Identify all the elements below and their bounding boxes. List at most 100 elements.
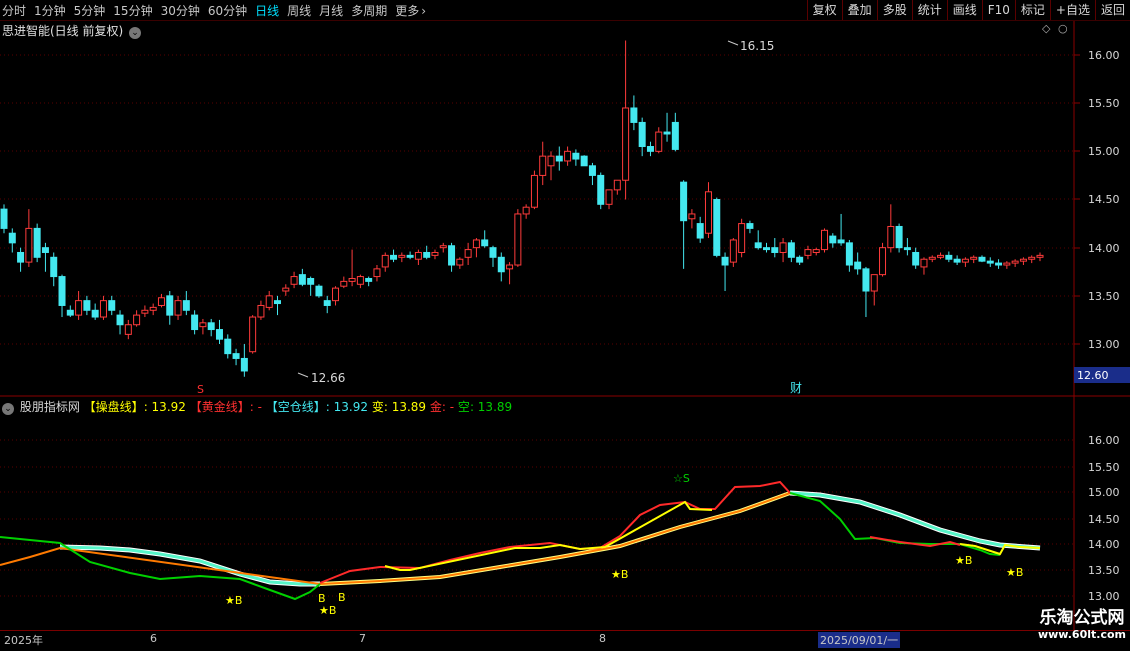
candle-body[interactable]	[448, 245, 456, 266]
candle-body[interactable]	[862, 268, 870, 292]
candle-body[interactable]	[937, 254, 945, 258]
candle-body[interactable]	[464, 249, 472, 258]
candle-body[interactable]	[1003, 262, 1011, 266]
candle-body[interactable]	[704, 191, 712, 234]
candle-body[interactable]	[506, 264, 514, 270]
candle-body[interactable]	[232, 353, 240, 359]
back-button[interactable]: 返回	[1094, 0, 1130, 20]
candle-body[interactable]	[91, 309, 99, 318]
candle-body[interactable]	[390, 254, 398, 260]
tab-monthly[interactable]: 月线	[319, 2, 343, 19]
candle-body[interactable]	[978, 256, 986, 262]
tab-30min[interactable]: 30分钟	[161, 2, 200, 19]
candle-body[interactable]	[738, 223, 746, 253]
candle-body[interactable]	[787, 242, 795, 258]
candle-body[interactable]	[945, 254, 953, 260]
candle-body[interactable]	[721, 256, 729, 266]
overlay-button[interactable]: 叠加	[841, 0, 877, 20]
candle-body[interactable]	[762, 247, 770, 251]
candle-body[interactable]	[953, 258, 961, 263]
candle-body[interactable]	[290, 276, 298, 285]
candle-body[interactable]	[572, 152, 580, 160]
candle-body[interactable]	[307, 277, 315, 285]
candle-body[interactable]	[580, 155, 588, 167]
candle-body[interactable]	[986, 260, 994, 264]
candle-body[interactable]	[141, 309, 149, 314]
candle-body[interactable]	[605, 189, 613, 205]
candle-body[interactable]	[522, 206, 530, 215]
diamond-icon[interactable]: ◇	[1042, 22, 1050, 35]
tab-daily[interactable]: 日线	[255, 2, 279, 19]
candle-body[interactable]	[481, 239, 489, 247]
candle-body[interactable]	[439, 245, 447, 249]
candle-body[interactable]	[1011, 260, 1019, 264]
candle-body[interactable]	[431, 251, 439, 256]
tab-1min[interactable]: 1分钟	[34, 2, 66, 19]
candle-body[interactable]	[274, 300, 282, 305]
candle-body[interactable]	[630, 107, 638, 123]
candle-body[interactable]	[696, 223, 704, 239]
candle-body[interactable]	[414, 251, 422, 260]
candle-body[interactable]	[265, 295, 273, 308]
candle-body[interactable]	[497, 256, 505, 273]
candle-body[interactable]	[870, 274, 878, 292]
draw-line-button[interactable]: 画线	[946, 0, 982, 20]
candle-body[interactable]	[771, 247, 779, 253]
candle-body[interactable]	[182, 300, 190, 311]
candle-body[interactable]	[8, 232, 16, 244]
candle-body[interactable]	[398, 254, 406, 258]
tab-multi-period[interactable]: 多周期	[351, 2, 387, 19]
candle-body[interactable]	[340, 280, 348, 287]
candle-body[interactable]	[854, 261, 862, 270]
candle-body[interactable]	[257, 304, 265, 318]
candle-body[interactable]	[50, 256, 58, 278]
candle-body[interactable]	[1036, 254, 1044, 258]
candle-body[interactable]	[812, 249, 820, 253]
candle-body[interactable]	[622, 107, 630, 181]
candle-body[interactable]	[539, 155, 547, 176]
candle-body[interactable]	[879, 247, 887, 276]
candle-body[interactable]	[555, 155, 563, 162]
candle-body[interactable]	[124, 324, 132, 335]
candle-body[interactable]	[166, 295, 174, 316]
multi-stock-button[interactable]: 多股	[876, 0, 912, 20]
candle-body[interactable]	[66, 309, 74, 316]
tab-fenshi[interactable]: 分时	[2, 2, 26, 19]
candle-body[interactable]	[912, 251, 920, 266]
candle-body[interactable]	[754, 242, 762, 249]
candle-body[interactable]	[530, 174, 538, 208]
candle-body[interactable]	[845, 242, 853, 266]
tab-more[interactable]: 更多 ›	[395, 2, 434, 19]
candle-body[interactable]	[729, 239, 737, 263]
candle-body[interactable]	[746, 223, 754, 229]
candle-body[interactable]	[920, 258, 928, 268]
add-watchlist-button[interactable]: +自选	[1049, 0, 1095, 20]
candle-body[interactable]	[149, 306, 157, 311]
stock-title[interactable]: 思进智能(日线 前复权)	[2, 24, 123, 38]
candle-body[interactable]	[348, 277, 356, 282]
candle-body[interactable]	[75, 300, 83, 316]
candle-body[interactable]	[688, 213, 696, 220]
fuquan-button[interactable]: 复权	[806, 0, 842, 20]
candle-body[interactable]	[804, 249, 812, 256]
indicator-name[interactable]: 股朋指标网	[20, 400, 80, 414]
candle-body[interactable]	[381, 254, 389, 268]
tab-60min[interactable]: 60分钟	[208, 2, 247, 19]
candle-body[interactable]	[174, 300, 182, 316]
candle-body[interactable]	[207, 322, 215, 331]
candle-body[interactable]	[249, 316, 257, 353]
candle-body[interactable]	[332, 287, 340, 302]
candle-body[interactable]	[116, 314, 124, 326]
candle-body[interactable]	[323, 300, 331, 306]
candle-body[interactable]	[58, 276, 66, 306]
candle-body[interactable]	[970, 256, 978, 260]
candle-body[interactable]	[133, 314, 141, 326]
candle-body[interactable]	[282, 287, 290, 292]
candle-body[interactable]	[365, 277, 373, 282]
candle-body[interactable]	[713, 199, 721, 256]
tab-5min[interactable]: 5分钟	[74, 2, 106, 19]
chart-area[interactable]: 16.00 15.50 15.00 14.50 14.00 13.50 13.0…	[0, 21, 1130, 630]
circle-icon[interactable]: ○	[1058, 22, 1068, 35]
candle-body[interactable]	[779, 242, 787, 253]
candle-body[interactable]	[423, 251, 431, 258]
